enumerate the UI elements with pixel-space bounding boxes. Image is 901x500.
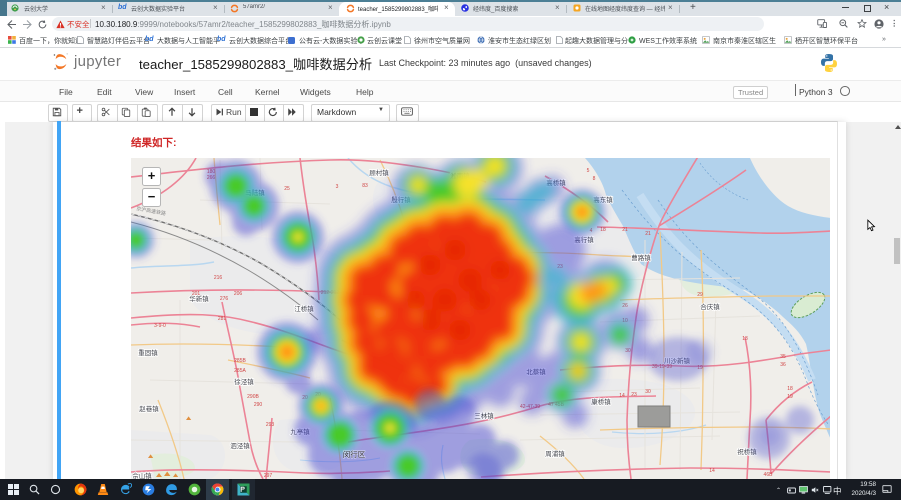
- svg-text:周浦镇: 周浦镇: [545, 449, 565, 458]
- svg-text:5: 5: [587, 168, 590, 174]
- svg-text:290: 290: [254, 402, 263, 408]
- svg-text:18: 18: [600, 227, 606, 233]
- svg-text:276: 276: [220, 296, 229, 302]
- svg-text:285B: 285B: [234, 358, 246, 364]
- svg-text:14: 14: [619, 393, 625, 399]
- svg-text:14: 14: [709, 468, 715, 474]
- svg-text:206: 206: [234, 291, 243, 297]
- svg-text:佘山镇: 佘山镇: [132, 471, 152, 479]
- svg-text:35: 35: [780, 354, 786, 360]
- svg-text:8: 8: [593, 176, 596, 182]
- svg-text:23: 23: [631, 392, 637, 398]
- svg-text:293: 293: [266, 422, 275, 428]
- svg-text:曹路镇: 曹路镇: [631, 253, 651, 262]
- svg-text:290B: 290B: [247, 394, 259, 400]
- svg-text:216: 216: [214, 275, 223, 281]
- svg-text:泗泾镇: 泗泾镇: [230, 441, 250, 450]
- svg-text:19: 19: [787, 394, 793, 400]
- svg-text:36: 36: [780, 362, 786, 368]
- svg-text:13: 13: [742, 336, 748, 342]
- svg-text:重固镇: 重固镇: [138, 348, 158, 357]
- svg-text:赵巷镇: 赵巷镇: [139, 404, 159, 413]
- svg-text:三林镇: 三林镇: [474, 411, 494, 420]
- svg-text:26: 26: [622, 303, 628, 309]
- svg-text:顾村镇: 顾村镇: [369, 168, 389, 177]
- svg-text:闵行区: 闵行区: [343, 449, 366, 459]
- svg-text:合庆镇: 合庆镇: [700, 302, 720, 311]
- svg-text:21: 21: [645, 231, 651, 237]
- svg-text:201: 201: [192, 291, 201, 297]
- svg-text:21: 21: [622, 227, 628, 233]
- svg-text:285A: 285A: [234, 368, 246, 374]
- svg-text:46B: 46B: [764, 472, 774, 478]
- svg-text:江桥镇: 江桥镇: [294, 304, 314, 313]
- svg-text:18: 18: [787, 386, 793, 392]
- svg-text:29: 29: [697, 292, 703, 298]
- svg-text:3: 3: [336, 184, 339, 190]
- svg-text:25: 25: [284, 186, 290, 192]
- svg-text:281: 281: [218, 316, 227, 322]
- svg-text:徐泾镇: 徐泾镇: [234, 377, 254, 386]
- svg-text:30: 30: [645, 389, 651, 395]
- svg-text:83: 83: [362, 183, 368, 189]
- svg-text:3-9-0: 3-9-0: [154, 323, 166, 329]
- svg-text:康桥镇: 康桥镇: [591, 397, 611, 406]
